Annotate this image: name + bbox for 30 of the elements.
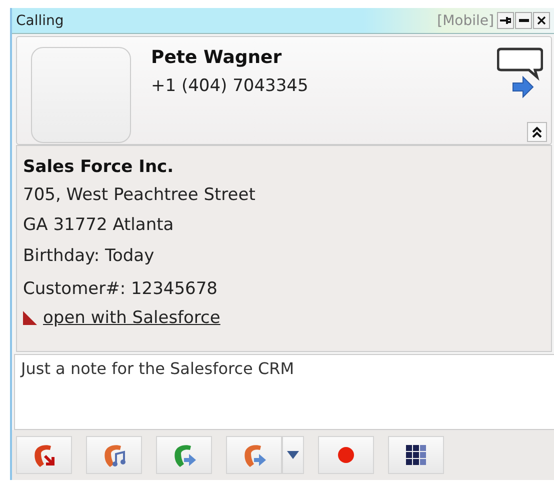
contact-name: Pete Wagner [151, 47, 283, 68]
transfer-button[interactable] [156, 436, 212, 474]
hangup-button[interactable] [16, 436, 72, 474]
double-chevron-icon [531, 126, 543, 138]
info-line: Birthday: Today [23, 245, 156, 268]
address-line: GA 31772 Atlanta [23, 214, 175, 238]
note-field[interactable]: Just a note for the Salesforce CRM [14, 354, 554, 430]
minimize-button[interactable] [515, 12, 532, 30]
window-title: Calling [16, 12, 65, 29]
salesforce-link[interactable]: open with Salesforce [43, 308, 220, 328]
dropdown-button[interactable] [282, 436, 304, 474]
line-mode-label: [Mobile] [437, 12, 494, 29]
info-line: Customer#: 12345678 [23, 278, 218, 302]
caret-icon [287, 451, 299, 460]
corner-icon [23, 311, 37, 326]
company-name: Sales Force Inc. [23, 156, 175, 180]
pin-icon [500, 16, 511, 26]
hold-button[interactable] [86, 436, 142, 474]
collapse-button[interactable] [527, 122, 547, 142]
phone-number: +1 (404) 7043345 [151, 76, 310, 96]
address-line: 705, West Peachtree Street [23, 184, 256, 208]
close-button[interactable] [533, 12, 550, 30]
record-button[interactable] [318, 436, 374, 474]
pin-button[interactable] [497, 12, 514, 30]
forward-button[interactable] [226, 436, 282, 474]
keypad-button[interactable] [388, 436, 444, 474]
record-icon [337, 446, 355, 464]
keypad-icon [405, 444, 427, 466]
minimize-icon [518, 19, 528, 22]
close-icon [537, 16, 546, 26]
